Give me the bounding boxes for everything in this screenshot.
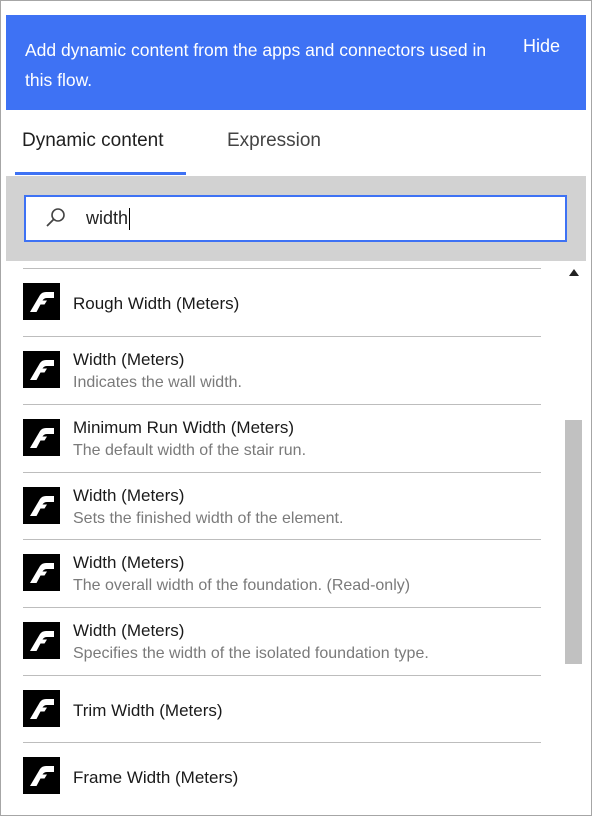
list-item-description: The default width of the stair run. xyxy=(73,442,307,459)
search-input[interactable]: width xyxy=(24,195,567,242)
list-item-title: Width (Meters) xyxy=(73,621,185,640)
autodesk-logo-icon xyxy=(23,351,60,388)
list-item-description: Sets the finished width of the element. xyxy=(73,510,344,527)
info-banner: Add dynamic content from the apps and co… xyxy=(6,15,586,110)
list-item-title: Width (Meters) xyxy=(73,486,185,505)
list-item-title: Width (Meters) xyxy=(73,350,185,369)
autodesk-logo-icon xyxy=(23,554,60,591)
list-item[interactable]: Rough Width (Meters) xyxy=(23,268,541,335)
list-item[interactable]: Width (Meters) Sets the finished width of… xyxy=(23,472,541,539)
list-item[interactable]: Trim Width (Meters) xyxy=(23,675,541,742)
list-item-title: Trim Width (Meters) xyxy=(73,701,223,720)
list-item-title: Width (Meters) xyxy=(73,553,185,572)
search-area: width xyxy=(6,176,586,261)
list-item-title: Rough Width (Meters) xyxy=(73,294,240,313)
list-item[interactable]: Minimum Run Width (Meters) The default wi… xyxy=(23,404,541,471)
tab-bar: Dynamic content Expression xyxy=(1,110,591,176)
list-item-title: Minimum Run Width (Meters) xyxy=(73,418,295,437)
autodesk-logo-icon xyxy=(23,757,60,794)
hide-button[interactable]: Hide xyxy=(523,36,560,57)
search-icon xyxy=(46,208,65,227)
autodesk-logo-icon xyxy=(23,487,60,524)
list-item[interactable]: Width (Meters) The overall width of the f… xyxy=(23,539,541,606)
text-caret xyxy=(129,208,131,231)
tab-expression[interactable]: Expression xyxy=(227,130,321,152)
banner-message: Add dynamic content from the apps and co… xyxy=(25,40,487,90)
autodesk-logo-icon xyxy=(23,283,60,320)
dynamic-content-panel: Add dynamic content from the apps and co… xyxy=(0,0,592,816)
tab-dynamic-content[interactable]: Dynamic content xyxy=(22,130,164,152)
search-text: width xyxy=(86,208,129,228)
results-list: Rough Width (Meters) Width (Meters) Indica… xyxy=(1,263,561,815)
list-item[interactable]: Width (Meters) Indicates the wall width. xyxy=(23,336,541,403)
list-item-description: The overall width of the foundation. (Re… xyxy=(73,577,411,594)
list-item-description: Specifies the width of the isolated foun… xyxy=(73,645,429,662)
scroll-up-arrow-icon[interactable] xyxy=(569,269,579,276)
list-item[interactable]: Frame Width (Meters) xyxy=(23,742,541,809)
autodesk-logo-icon xyxy=(23,622,60,659)
autodesk-logo-icon xyxy=(23,690,60,727)
list-item[interactable]: Width (Meters) Specifies the width of the… xyxy=(23,607,541,674)
list-item-title: Frame Width (Meters) xyxy=(73,768,239,787)
active-tab-indicator xyxy=(15,172,186,175)
search-value: width xyxy=(86,197,131,240)
scrollbar-thumb[interactable] xyxy=(565,420,582,664)
scrollbar[interactable] xyxy=(561,263,591,815)
list-item-description: Indicates the wall width. xyxy=(73,374,242,391)
autodesk-logo-icon xyxy=(23,419,60,456)
